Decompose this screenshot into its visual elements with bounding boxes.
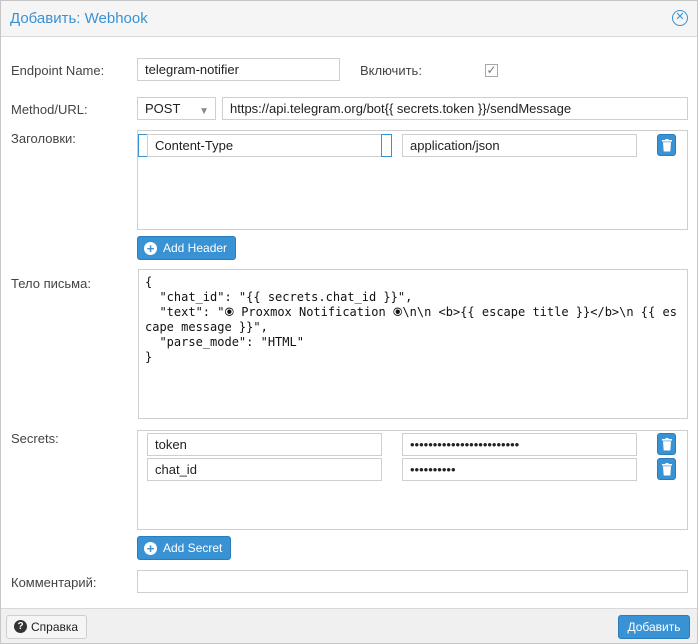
body-label: Тело письма: [11,276,91,291]
secret-name-input[interactable]: token [147,433,382,456]
submit-button[interactable]: Добавить [618,615,690,639]
secret-name-input[interactable]: chat_id [147,458,382,481]
remove-secret-button[interactable] [657,458,676,480]
plus-circle-icon: + [144,542,157,555]
dialog-titlebar: Добавить: Webhook ✕ [1,1,697,37]
check-icon: ✓ [486,63,497,77]
comment-label: Комментарий: [11,575,97,590]
comment-input[interactable] [137,570,688,593]
add-header-label: Add Header [163,241,228,255]
secrets-label: Secrets: [11,431,59,446]
webhook-dialog: Добавить: Webhook ✕ Endpoint Name: teleg… [0,0,698,644]
trash-icon [662,139,672,152]
method-select[interactable]: POST ▼ [137,97,216,120]
enable-checkbox[interactable]: ✓ [485,64,498,77]
header-name-input[interactable]: Content-Type [147,134,382,157]
enable-label: Включить: [360,63,422,78]
method-url-label: Method/URL: [11,102,88,117]
body-textarea[interactable]: { "chat_id": "{{ secrets.chat_id }}", "t… [138,269,688,419]
trash-icon [662,463,672,476]
url-input[interactable]: https://api.telegram.org/bot{{ secrets.t… [222,97,688,120]
endpoint-name-input[interactable]: telegram-notifier [137,58,340,81]
chevron-down-icon: ▼ [199,106,209,117]
remove-header-button[interactable] [657,134,676,156]
secret-value-input[interactable]: •••••••••• [402,458,637,481]
dialog-footer: ? Справка Добавить [1,608,697,643]
plus-circle-icon: + [144,242,157,255]
trash-icon [662,438,672,451]
add-secret-button[interactable]: + Add Secret [137,536,232,560]
close-icon[interactable]: ✕ [672,10,688,26]
header-value-input[interactable]: application/json [402,134,637,157]
endpoint-name-label: Endpoint Name: [11,63,105,78]
help-button[interactable]: ? Справка [6,615,88,639]
header-row-focus-right [381,134,392,157]
method-value: POST [145,101,181,116]
secret-value-input[interactable]: •••••••••••••••••••••••• [402,433,637,456]
question-circle-icon: ? [14,620,27,633]
remove-secret-button[interactable] [657,433,676,455]
help-label: Справка [31,620,79,634]
add-header-button[interactable]: + Add Header [137,236,237,260]
dialog-title: Добавить: Webhook [10,10,148,27]
headers-label: Заголовки: [11,131,76,146]
add-secret-label: Add Secret [163,541,223,555]
